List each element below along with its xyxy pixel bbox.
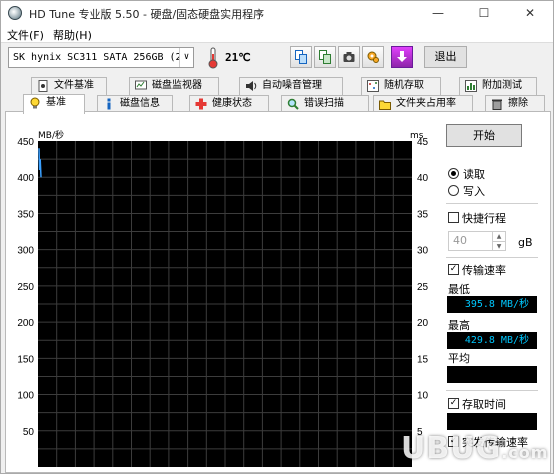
avg-label: 平均 [448,352,470,365]
y-tick-label-right: 20 [417,318,429,329]
separator [446,203,538,204]
y-tick-label-right: 25 [417,282,429,293]
short-stroke-value: 40 [453,234,467,247]
y-axis-label-right: ms [410,131,424,141]
y-tick-label-right: 15 [417,354,429,365]
y-tick-label-left: 50 [23,427,35,438]
avg-value [447,366,537,383]
hdtune-window: HD Tune 专业版 5.50 - 硬盘/固态硬盘实用程序 — ☐ ✕ 文件(… [0,0,554,474]
start-button[interactable]: 开始 [446,124,522,147]
max-label: 最高 [448,319,470,332]
y-tick-label-right: 10 [417,391,429,402]
spin-down-icon[interactable]: ▼ [492,241,505,250]
write-radio[interactable] [448,185,459,196]
transfer-rate-label: 传输速率 [462,264,506,277]
y-tick-label-left: 100 [17,391,34,402]
min-label: 最低 [448,283,470,296]
access-time-value [447,413,537,430]
y-tick-label-right: 30 [417,246,429,257]
y-axis-label-left: MB/秒 [38,129,64,141]
y-tick-label-left: 150 [17,354,34,365]
short-stroke-checkbox[interactable] [448,212,459,223]
max-value: 429.8 MB/秒 [447,332,537,349]
y-tick-label-right: 35 [417,209,429,220]
y-tick-label-left: 400 [17,173,34,184]
separator [446,390,538,391]
y-tick-label-left: 250 [17,282,34,293]
y-tick-label-left: 200 [17,318,34,329]
short-stroke-unit: gB [518,236,533,249]
y-tick-label-left: 300 [17,246,34,257]
short-stroke-label: 快捷行程 [462,212,506,225]
write-label: 写入 [463,185,485,198]
y-tick-label-left: 350 [17,209,34,220]
access-time-checkbox[interactable]: ✓ [448,398,459,409]
y-tick-label-left: 450 [17,137,34,148]
tab-benchmark[interactable]: 基准 [23,94,85,114]
tab-label: 基准 [46,97,66,108]
transfer-rate-checkbox[interactable]: ✓ [448,264,459,275]
separator [446,257,538,258]
watermark-logo: UBUG.com [401,431,549,466]
lightbulb-icon [30,97,40,109]
min-value: 395.8 MB/秒 [447,296,537,313]
spin-up-icon[interactable]: ▲ [492,232,505,241]
read-radio[interactable] [448,168,459,179]
access-time-label: 存取时间 [462,398,506,411]
short-stroke-spinner[interactable]: 40 ▲ ▼ [448,231,506,251]
read-label: 读取 [463,168,485,181]
y-tick-label-right: 40 [417,173,429,184]
